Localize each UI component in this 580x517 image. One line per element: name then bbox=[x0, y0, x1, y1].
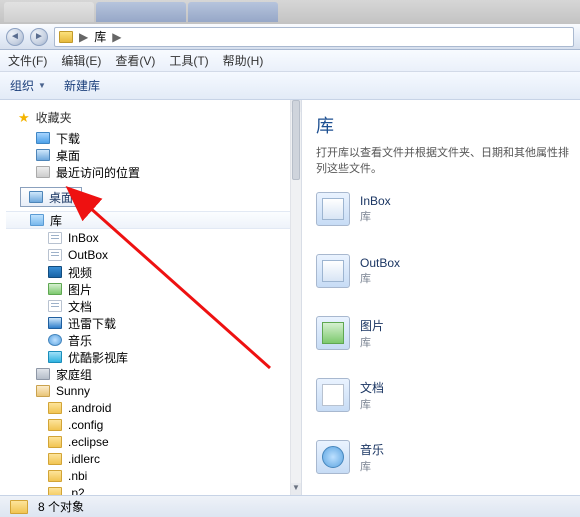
scroll-thumb[interactable] bbox=[292, 100, 300, 180]
pictures-icon bbox=[316, 316, 350, 350]
page-subtitle: 打开库以查看文件并根据文件夹、日期和其他属性排列这些文件。 bbox=[316, 144, 570, 176]
toolbar: 组织▼ 新建库 bbox=[0, 72, 580, 100]
document-icon bbox=[48, 300, 62, 312]
browser-tab[interactable] bbox=[96, 2, 186, 22]
music-icon bbox=[316, 440, 350, 474]
tree-scrollbar[interactable]: ▲ ▼ bbox=[290, 100, 301, 495]
tree-item-thunder[interactable]: 迅雷下载 bbox=[6, 315, 301, 331]
recent-places-icon bbox=[36, 166, 50, 178]
tree-item-video[interactable]: 视频 bbox=[6, 264, 301, 280]
folder-icon bbox=[10, 500, 28, 514]
tree-item-folder[interactable]: .eclipse bbox=[6, 434, 301, 450]
breadcrumb-segment[interactable]: 库 bbox=[94, 28, 106, 45]
homegroup-icon bbox=[36, 368, 50, 380]
download-icon bbox=[48, 317, 62, 329]
chevron-down-icon: ▼ bbox=[38, 81, 46, 90]
star-icon: ★ bbox=[18, 110, 30, 126]
back-button[interactable]: ◄ bbox=[6, 28, 24, 46]
tree-item-folder[interactable]: .config bbox=[6, 417, 301, 433]
section-label: 收藏夹 bbox=[36, 109, 72, 126]
desktop-icon bbox=[36, 149, 50, 161]
browser-tab[interactable] bbox=[4, 2, 94, 22]
video-icon bbox=[48, 266, 62, 278]
folder-icon bbox=[48, 419, 62, 431]
library-icon bbox=[316, 192, 350, 226]
chevron-right-icon: ▶ bbox=[112, 30, 121, 44]
status-count: 8 个对象 bbox=[38, 498, 84, 515]
tree-item-folder[interactable]: .android bbox=[6, 400, 301, 416]
music-icon bbox=[48, 334, 62, 346]
tree-item-inbox[interactable]: InBox bbox=[6, 230, 301, 246]
navigation-bar: ◄ ► ▶ 库 ▶ bbox=[0, 24, 580, 50]
tree-item-user[interactable]: Sunny bbox=[6, 383, 301, 399]
folder-icon bbox=[48, 402, 62, 414]
menu-help[interactable]: 帮助(H) bbox=[223, 52, 264, 69]
tree-item-recent[interactable]: 最近访问的位置 bbox=[6, 164, 301, 180]
library-icon bbox=[59, 31, 73, 43]
menu-file[interactable]: 文件(F) bbox=[8, 52, 47, 69]
folder-icon bbox=[48, 453, 62, 465]
library-item-inbox[interactable]: InBox库 bbox=[316, 192, 426, 226]
folder-icon bbox=[48, 232, 62, 244]
download-icon bbox=[36, 132, 50, 144]
organize-button[interactable]: 组织▼ bbox=[10, 77, 46, 94]
status-bar: 8 个对象 bbox=[0, 495, 580, 517]
scroll-down-icon[interactable]: ▼ bbox=[291, 483, 301, 495]
folder-icon bbox=[48, 249, 62, 261]
tree-item-downloads[interactable]: 下载 bbox=[6, 130, 301, 146]
page-title: 库 bbox=[316, 112, 570, 138]
library-icon bbox=[316, 254, 350, 288]
document-icon bbox=[316, 378, 350, 412]
content-pane: 库 打开库以查看文件并根据文件夹、日期和其他属性排列这些文件。 InBox库 O… bbox=[302, 100, 580, 495]
browser-tab[interactable] bbox=[188, 2, 278, 22]
library-item-pictures[interactable]: 图片库 bbox=[316, 316, 426, 350]
tree-item-homegroup[interactable]: 家庭组 bbox=[6, 366, 301, 382]
library-item-music[interactable]: 音乐库 bbox=[316, 440, 426, 474]
new-library-button[interactable]: 新建库 bbox=[64, 77, 100, 94]
tree-item-folder[interactable]: .nbi bbox=[6, 468, 301, 484]
tree-item-desktop[interactable]: 桌面 bbox=[6, 147, 301, 163]
video-library-icon bbox=[48, 351, 62, 363]
tree-item-libraries[interactable]: 库 bbox=[6, 211, 301, 229]
desktop-icon bbox=[29, 191, 43, 203]
user-icon bbox=[36, 385, 50, 397]
tree-item-documents[interactable]: 文档 bbox=[6, 298, 301, 314]
forward-button[interactable]: ► bbox=[30, 28, 48, 46]
tree-item-outbox[interactable]: OutBox bbox=[6, 247, 301, 263]
pictures-icon bbox=[48, 283, 62, 295]
menu-view[interactable]: 查看(V) bbox=[115, 52, 155, 69]
favorites-section[interactable]: ★ 收藏夹 bbox=[6, 106, 301, 129]
desktop-button[interactable]: 桌面 bbox=[20, 187, 82, 207]
chevron-right-icon: ▶ bbox=[79, 30, 88, 44]
folder-icon bbox=[48, 436, 62, 448]
tree-item-music[interactable]: 音乐 bbox=[6, 332, 301, 348]
library-icon bbox=[30, 214, 44, 226]
menu-tools[interactable]: 工具(T) bbox=[169, 52, 208, 69]
library-item-outbox[interactable]: OutBox库 bbox=[316, 254, 426, 288]
address-breadcrumb[interactable]: ▶ 库 ▶ bbox=[54, 27, 574, 47]
library-item-documents[interactable]: 文档库 bbox=[316, 378, 426, 412]
tree-item-pictures[interactable]: 图片 bbox=[6, 281, 301, 297]
navigation-tree: ★ 收藏夹 下载 桌面 最近访问的位置 桌面 库 InBox OutBox 视频… bbox=[0, 100, 302, 495]
menu-bar: 文件(F) 编辑(E) 查看(V) 工具(T) 帮助(H) bbox=[0, 50, 580, 72]
tree-item-folder[interactable]: .p2 bbox=[6, 485, 301, 495]
tree-item-folder[interactable]: .idlerc bbox=[6, 451, 301, 467]
menu-edit[interactable]: 编辑(E) bbox=[61, 52, 101, 69]
tree-item-youku[interactable]: 优酷影视库 bbox=[6, 349, 301, 365]
folder-icon bbox=[48, 470, 62, 482]
folder-icon bbox=[48, 487, 62, 495]
browser-tabstrip bbox=[0, 0, 580, 24]
